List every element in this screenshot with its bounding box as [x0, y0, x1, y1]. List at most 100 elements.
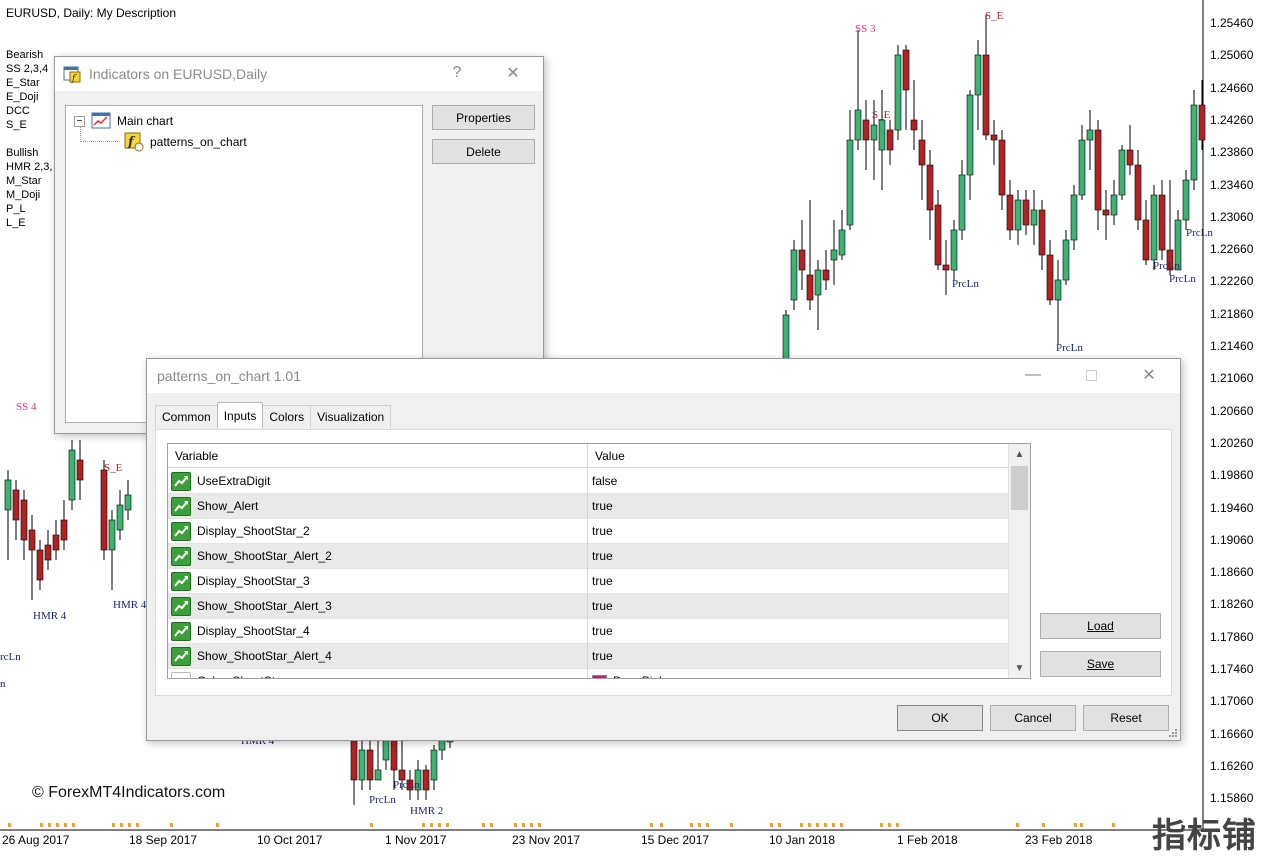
pattern-marker [778, 823, 781, 827]
load-button[interactable]: Load [1040, 613, 1161, 639]
variable-cell: Color_ShootStar [168, 668, 588, 678]
properties-button[interactable]: Properties [432, 105, 535, 130]
legend-item: E_Star [6, 77, 40, 89]
legend-item: M_Star [6, 175, 42, 187]
bullish-candle [838, 229, 846, 256]
value-cell[interactable]: false [588, 474, 617, 488]
bearish-candle [60, 519, 68, 541]
input-row[interactable]: Show_ShootStar_Alert_3 true [168, 593, 1008, 619]
pattern-marker [730, 823, 733, 827]
collapse-icon[interactable]: − [74, 115, 85, 127]
input-row[interactable]: Display_ShootStar_4 true [168, 618, 1008, 644]
value-text: true [592, 499, 613, 513]
pattern-label: HMR 2 [410, 805, 443, 817]
vertical-scrollbar[interactable]: ▲ ▼ [1008, 444, 1030, 678]
input-row[interactable]: UseExtraDigit false [168, 468, 1008, 494]
input-row[interactable]: Show_ShootStar_Alert_2 true [168, 543, 1008, 569]
ok-button[interactable]: OK [897, 705, 983, 731]
variable-name: Show_ShootStar_Alert_2 [197, 549, 332, 563]
delete-button[interactable]: Delete [432, 139, 535, 164]
minimize-icon[interactable]: — [1011, 359, 1055, 391]
bullish-candle [1118, 149, 1126, 196]
pattern-label: PrcLn [1169, 273, 1196, 285]
bearish-candle [822, 269, 830, 281]
pattern-marker [64, 823, 67, 827]
close-icon[interactable]: ✕ [491, 57, 535, 89]
pattern-marker [800, 823, 803, 827]
value-cell[interactable]: true [588, 524, 613, 538]
reset-button[interactable]: Reset [1083, 705, 1169, 731]
chart-icon [91, 112, 111, 130]
resize-grip-icon[interactable] [1168, 728, 1178, 738]
input-row[interactable]: Show_ShootStar_Alert_4 true [168, 643, 1008, 669]
tree-node-main-chart[interactable]: − Main chart [74, 112, 173, 130]
tab-common[interactable]: Common [155, 405, 218, 428]
price-label: 1.18260 [1210, 597, 1254, 612]
bullish-candle [1062, 239, 1070, 281]
pattern-label: SS 4 [16, 401, 37, 413]
pattern-label: PrcLn [1153, 260, 1180, 272]
value-cell[interactable]: true [588, 599, 613, 613]
scroll-up-icon[interactable]: ▲ [1009, 444, 1030, 464]
indicator-properties-dialog: patterns_on_chart 1.01 — ✕ Common Inputs… [146, 358, 1181, 741]
scroll-down-icon[interactable]: ▼ [1009, 658, 1030, 678]
pattern-marker [120, 823, 123, 827]
indicators-titlebar[interactable]: f Indicators on EURUSD,Daily ? ✕ [55, 57, 543, 91]
pattern-marker [422, 823, 425, 827]
tab-colors[interactable]: Colors [262, 405, 312, 428]
pattern-marker [170, 823, 173, 827]
bearish-candle [28, 529, 36, 551]
inputs-panel: Variable Value UseExtraDigit false Show_Al… [155, 429, 1172, 696]
save-button[interactable]: Save [1040, 651, 1161, 677]
date-label: 23 Nov 2017 [512, 833, 581, 847]
bearish-candle [1198, 104, 1206, 141]
legend-item: HMR 2,3, [6, 161, 53, 173]
bearish-candle [886, 129, 894, 151]
variable-name: Display_ShootStar_4 [197, 624, 310, 638]
pattern-marker [706, 823, 709, 827]
column-header-value[interactable]: Value [588, 444, 625, 468]
value-cell[interactable]: true [588, 574, 613, 588]
tab-visualization[interactable]: Visualization [310, 405, 392, 428]
variable-cell: Show_ShootStar_Alert_4 [168, 643, 588, 669]
inputs-grid[interactable]: Variable Value UseExtraDigit false Show_Al… [167, 443, 1031, 679]
bullish-candle [1182, 179, 1190, 221]
input-row[interactable]: Show_Alert true [168, 493, 1008, 519]
properties-titlebar[interactable]: patterns_on_chart 1.01 — ✕ [147, 359, 1180, 393]
scroll-thumb[interactable] [1011, 466, 1028, 510]
price-label: 1.18660 [1210, 565, 1254, 580]
pattern-marker [824, 823, 827, 827]
input-row[interactable]: Display_ShootStar_3 true [168, 568, 1008, 594]
help-button[interactable]: ? [435, 57, 479, 89]
bullish-candle [382, 739, 390, 761]
close-icon[interactable]: ✕ [1127, 359, 1171, 391]
input-row[interactable]: Color_ShootStar DeepPink [168, 668, 1008, 678]
legend-item: L_E [6, 217, 26, 229]
variable-name: Show_ShootStar_Alert_4 [197, 649, 332, 663]
tab-inputs[interactable]: Inputs [216, 402, 264, 428]
value-cell[interactable]: true [588, 649, 613, 663]
pattern-marker [816, 823, 819, 827]
variable-name: Color_ShootStar [197, 674, 286, 678]
input-param-icon [171, 621, 191, 641]
bullish-candle [878, 119, 886, 151]
value-cell[interactable]: true [588, 624, 613, 638]
value-cell[interactable]: true [588, 549, 613, 563]
pattern-marker [808, 823, 811, 827]
column-header-variable[interactable]: Variable [168, 444, 588, 468]
bullish-candle [894, 54, 902, 131]
pattern-marker [430, 823, 433, 827]
value-cell[interactable]: true [588, 499, 613, 513]
bearish-candle [798, 249, 806, 271]
value-cell[interactable]: DeepPink [588, 674, 665, 678]
value-text: DeepPink [613, 674, 665, 678]
pattern-marker [72, 823, 75, 827]
chart-title: EURUSD, Daily: My Description [6, 6, 177, 20]
tree-node-indicator[interactable]: f patterns_on_chart [124, 132, 247, 152]
cancel-button[interactable]: Cancel [990, 705, 1076, 731]
price-label: 1.22260 [1210, 274, 1254, 289]
bearish-candle [1094, 129, 1102, 211]
bullish-candle [68, 449, 76, 501]
maximize-icon[interactable] [1069, 359, 1113, 391]
input-row[interactable]: Display_ShootStar_2 true [168, 518, 1008, 544]
